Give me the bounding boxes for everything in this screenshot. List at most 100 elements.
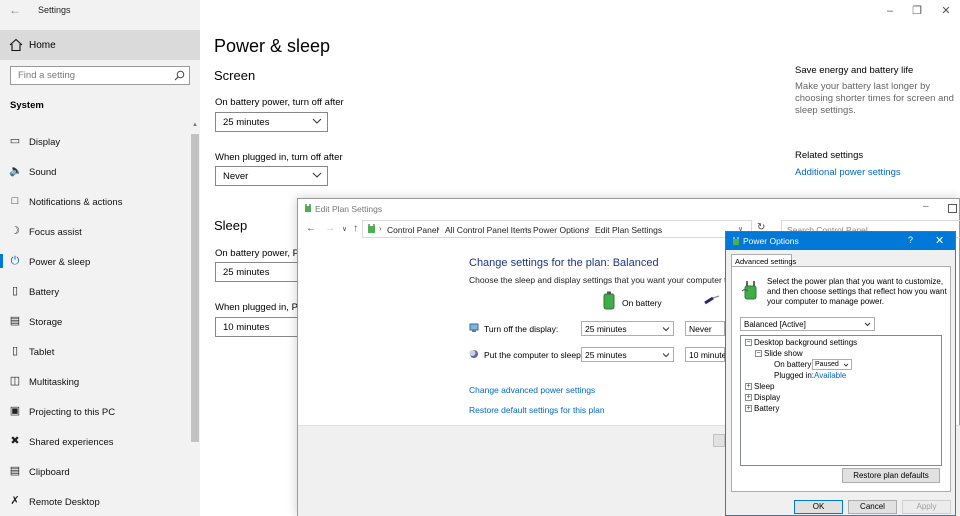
remote-desktop-icon: ✗	[10, 495, 20, 507]
chevron-down-icon	[843, 363, 849, 367]
control-panel-icon	[368, 224, 375, 233]
screen-battery-dropdown[interactable]: 25 minutes	[215, 112, 328, 132]
ok-button[interactable]: OK	[794, 500, 843, 514]
dropdown-value: 25 minutes	[585, 324, 627, 334]
forward-arrow-icon[interactable]: →	[325, 223, 335, 234]
expand-icon[interactable]: +	[745, 405, 752, 412]
save-changes-button[interactable]	[713, 434, 725, 447]
cancel-button[interactable]: Cancel	[848, 500, 897, 514]
collapse-icon[interactable]: −	[755, 350, 762, 357]
maximize-icon[interactable]: ❐	[910, 4, 924, 18]
minimize-icon[interactable]: –	[923, 201, 929, 212]
additional-power-settings-link[interactable]: Additional power settings	[795, 167, 901, 178]
sidebar-item-battery[interactable]: ▯ Battery	[0, 278, 190, 304]
power-plan-icon	[733, 237, 739, 245]
plan-heading: Change settings for the plan: Balanced	[469, 257, 659, 269]
app-title: Settings	[38, 5, 71, 15]
recent-dropdown-icon[interactable]: ∨	[342, 225, 347, 233]
sidebar-item-label: Battery	[29, 287, 60, 298]
breadcrumb-all-items[interactable]: All Control Panel Items	[445, 225, 531, 235]
back-arrow-icon[interactable]: ←	[9, 3, 23, 17]
plan-subheading: Choose the sleep and display settings th…	[469, 275, 750, 285]
sidebar-item-label: Projecting to this PC	[29, 407, 116, 418]
sidebar-scrollbar[interactable]: ▲	[191, 122, 199, 516]
on-battery-label: On battery	[622, 298, 662, 308]
change-advanced-settings-link[interactable]: Change advanced power settings	[469, 385, 595, 395]
plan-select[interactable]: Balanced [Active]	[740, 317, 875, 331]
display-battery-dropdown[interactable]: 25 minutes	[581, 321, 674, 336]
sidebar-item-multitasking[interactable]: ◫ Multitasking	[0, 368, 190, 394]
sidebar-item-remote-desktop[interactable]: ✗ Remote Desktop	[0, 488, 190, 514]
sidebar-item-projecting[interactable]: ▣ Projecting to this PC	[0, 398, 190, 424]
save-energy-title: Save energy and battery life	[795, 65, 914, 76]
nav-home-label: Home	[29, 40, 56, 51]
close-icon[interactable]: ✕	[935, 234, 944, 247]
up-arrow-icon[interactable]: ↑	[353, 223, 358, 234]
clipboard-icon: ▤	[9, 465, 21, 477]
back-arrow-icon[interactable]: ←	[306, 223, 316, 234]
minimize-icon[interactable]: –	[883, 4, 897, 18]
sidebar-item-storage[interactable]: ▤ Storage	[0, 308, 190, 334]
search-input[interactable]	[11, 67, 167, 84]
plugged-in-value-link[interactable]: Available	[814, 371, 846, 380]
help-icon[interactable]: ?	[908, 235, 913, 245]
dropdown-value: Paused	[815, 361, 839, 368]
breadcrumb-power-options[interactable]: Power Options	[533, 225, 589, 235]
advanced-settings-panel: Select the power plan that you want to c…	[731, 266, 951, 492]
dropdown-value: 25 minutes	[223, 267, 270, 278]
collapse-icon[interactable]: −	[745, 339, 752, 346]
close-icon[interactable]: ✕	[939, 4, 953, 18]
sidebar-item-label: Tablet	[29, 347, 55, 358]
display-plugged-dropdown[interactable]: Never	[685, 321, 725, 336]
search-icon[interactable]	[174, 70, 185, 81]
scroll-up-icon[interactable]: ▲	[191, 122, 199, 132]
power-icon: ⏻	[10, 255, 20, 267]
tree-item-desktop-background[interactable]: Desktop background settings	[754, 338, 857, 347]
sidebar-item-power-sleep[interactable]: ⏻ Power & sleep	[0, 248, 190, 274]
restore-defaults-link[interactable]: Restore default settings for this plan	[469, 405, 605, 415]
sleep-battery-dropdown[interactable]: 25 minutes	[581, 347, 674, 362]
chevron-down-icon	[662, 353, 670, 358]
dropdown-value: Never	[223, 171, 249, 182]
moon-icon: ☽	[10, 225, 20, 237]
dropdown-value: 25 minutes	[223, 117, 270, 128]
address-bar[interactable]: › Control Panel › All Control Panel Item…	[362, 220, 752, 238]
screen-plugged-dropdown[interactable]: Never	[215, 166, 328, 186]
dropdown-value: Balanced [Active]	[744, 320, 806, 329]
sidebar-item-sound[interactable]: 🔈 Sound	[0, 158, 190, 184]
sleep-moon-icon	[469, 350, 478, 358]
maximize-icon[interactable]	[948, 204, 957, 213]
sidebar-item-notifications[interactable]: □ Notifications & actions	[0, 188, 190, 214]
scrollbar-thumb[interactable]	[191, 134, 199, 442]
expand-icon[interactable]: +	[745, 394, 752, 401]
sidebar-item-focus-assist[interactable]: ☽ Focus assist	[0, 218, 190, 244]
restore-plan-defaults-button[interactable]: Restore plan defaults	[842, 468, 940, 483]
apply-button[interactable]: Apply	[902, 500, 951, 514]
sidebar-item-display[interactable]: ▭ Display	[0, 128, 190, 154]
breadcrumb-edit-plan[interactable]: Edit Plan Settings	[595, 225, 662, 235]
tree-item-slide-show[interactable]: Slide show	[764, 349, 803, 358]
on-battery-label: On battery:	[774, 360, 814, 369]
projector-icon: ▣	[9, 405, 21, 417]
window-title: Edit Plan Settings	[315, 204, 383, 214]
page-title: Power & sleep	[214, 36, 331, 56]
sidebar-item-label: Remote Desktop	[29, 497, 100, 508]
display-icon	[469, 323, 479, 332]
sidebar-item-tablet[interactable]: ▯ Tablet	[0, 338, 190, 364]
tree-item-battery[interactable]: Battery	[754, 404, 779, 413]
dialog-title: Power Options	[743, 236, 799, 246]
settings-tree: − Desktop background settings − Slide sh…	[740, 335, 942, 466]
plugged-in-label: Plugged in:	[774, 371, 815, 380]
sleep-plugged-dropdown[interactable]: 10 minutes	[685, 347, 731, 362]
slide-show-battery-select[interactable]: Paused	[812, 359, 852, 370]
nav-home[interactable]: Home	[0, 30, 200, 60]
sidebar-item-label: Power & sleep	[29, 257, 91, 268]
sidebar-item-label: Shared experiences	[29, 437, 114, 448]
sidebar-item-shared-experiences[interactable]: ✖ Shared experiences	[0, 428, 190, 454]
sidebar-item-clipboard[interactable]: ▤ Clipboard	[0, 458, 190, 484]
tree-item-sleep[interactable]: Sleep	[754, 382, 774, 391]
breadcrumb-control-panel[interactable]: Control Panel	[387, 225, 439, 235]
tree-item-display[interactable]: Display	[754, 393, 780, 402]
search-box[interactable]	[10, 66, 190, 85]
expand-icon[interactable]: +	[745, 383, 752, 390]
